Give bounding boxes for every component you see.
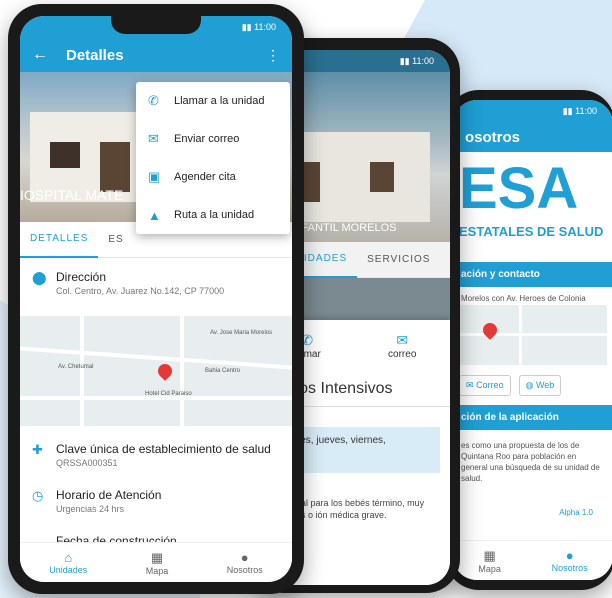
email-button-label: Correo <box>476 380 504 390</box>
clock-icon: ◷ <box>32 488 44 503</box>
contact-map <box>459 305 607 365</box>
app-bar: osotros <box>453 122 612 152</box>
version-label: Alpha 1.0 <box>559 508 593 517</box>
location-map[interactable]: Av. Chetumal Av. Jose Maria Morelos Bahi… <box>20 316 292 426</box>
location-pin-icon <box>155 361 175 381</box>
logo-banner: ESA ESTATALES DE SALUD <box>453 152 612 262</box>
email-action-label: correo <box>388 349 417 360</box>
menu-item-ruta[interactable]: ▲ Ruta a la unidad <box>136 196 290 234</box>
contact-buttons: ✉ Correo ◍ Web <box>459 375 562 396</box>
section-header-contact: ación y contacto <box>453 262 612 287</box>
nav-nosotros[interactable]: ● Nosotros <box>552 548 588 573</box>
direccion-row: ⬤ Dirección Col. Centro, Av. Juarez No.1… <box>20 258 292 304</box>
horario-label: Horario de Atención <box>56 488 162 502</box>
calendar-icon: ▣ <box>148 169 161 184</box>
menu-item-correo[interactable]: ✉ Enviar correo <box>136 120 290 158</box>
map-icon: ▦ <box>150 549 164 565</box>
tab-servicios[interactable]: SERVICIOS <box>357 242 440 278</box>
nav-nosotros-label: Nosotros <box>551 563 588 573</box>
nav-mapa-label: Mapa <box>478 563 501 574</box>
direccion-label: Dirección <box>56 270 107 284</box>
page-title: Detalles <box>66 46 124 64</box>
logo-subtitle: ESTATALES DE SALUD <box>459 224 604 239</box>
menu-item-llamar[interactable]: ✆ Llamar a la unidad <box>136 82 290 120</box>
clave-value: QRSSA000351 <box>56 458 118 468</box>
horario-value: Urgencias 24 hrs <box>56 504 125 514</box>
map-label: Av. Chetumal <box>58 364 94 370</box>
bottom-nav: ⌂ Unidades ▦ Mapa ● Nosotros <box>20 542 292 582</box>
location-pin-icon <box>480 320 500 340</box>
nav-mapa[interactable]: ▦ Mapa <box>478 548 501 574</box>
horario-row: ◷ Horario de Atención Urgencias 24 hrs <box>20 480 292 522</box>
section-header-app: ción de la aplicación <box>453 405 612 430</box>
menu-item-llamar-label: Llamar a la unidad <box>174 95 265 107</box>
mail-icon: ✉ <box>396 332 409 348</box>
email-button[interactable]: ✉ Correo <box>459 375 511 396</box>
home-icon: ⌂ <box>64 550 73 565</box>
page-title: osotros <box>465 128 521 146</box>
screen-nosotros: ▮▮ 11:00 osotros ESA ESTATALES DE SALUD … <box>453 100 612 580</box>
building-sign: IOSPITAL MATE <box>20 187 124 203</box>
email-action[interactable]: ✉ correo <box>388 332 416 360</box>
web-button-label: Web <box>535 380 555 390</box>
about-text: es como una propuesta de los de Quintana… <box>461 441 600 483</box>
globe-icon: ◍ <box>525 380 534 390</box>
nav-mapa-label: Mapa <box>145 565 169 576</box>
bottom-nav: ▦ Mapa ● Nosotros <box>453 540 612 580</box>
nav-nosotros[interactable]: ● Nosotros <box>227 550 263 575</box>
clave-label: Clave única de establecimiento de salud <box>56 442 271 456</box>
map-label: Bahia Centro <box>205 368 241 374</box>
menu-item-cita[interactable]: ▣ Agender cita <box>136 158 290 196</box>
overflow-menu: ✆ Llamar a la unidad ✉ Enviar correo ▣ Agen… <box>136 82 290 234</box>
status-bar: ▮▮ 11:00 <box>453 100 612 122</box>
info-icon: ● <box>240 550 249 565</box>
nav-nosotros-label: Nosotros <box>226 565 263 575</box>
navigation-icon: ▲ <box>148 207 161 223</box>
logo-text: ESA <box>459 156 579 221</box>
tab-detalles[interactable]: DETALLES <box>20 222 99 258</box>
menu-item-ruta-label: Ruta a la unidad <box>174 209 255 221</box>
nav-mapa[interactable]: ▦ Mapa <box>146 550 169 576</box>
phone-nosotros: ▮▮ 11:00 osotros ESA ESTATALES DE SALUD … <box>445 90 612 590</box>
more-vert-icon[interactable]: ⋮ <box>266 47 280 64</box>
mail-icon: ✉ <box>148 131 159 146</box>
nav-unidades-label: Unidades <box>49 565 88 575</box>
location-icon: ⬤ <box>32 270 47 285</box>
info-icon: ● <box>565 548 574 563</box>
medical-kit-icon: ✚ <box>32 442 43 457</box>
web-button[interactable]: ◍ Web <box>518 375 562 396</box>
menu-item-correo-label: Enviar correo <box>174 133 240 145</box>
map-label: Hotel Cid Paraiso <box>145 391 192 397</box>
app-bar: ← Detalles ⋮ <box>20 38 292 72</box>
clave-row: ✚ Clave única de establecimiento de salu… <box>20 434 292 476</box>
screen-detalles: ▮▮ 11:00 ← Detalles ⋮ IOSPITAL MATE DETA… <box>20 16 292 582</box>
mail-icon: ✉ <box>466 380 474 390</box>
back-arrow-icon[interactable]: ← <box>32 46 48 64</box>
phone-icon: ✆ <box>148 93 159 108</box>
tab-especialidades[interactable]: ES <box>98 222 133 258</box>
phone-detalles: ▮▮ 11:00 ← Detalles ⋮ IOSPITAL MATE DETA… <box>8 4 304 594</box>
direccion-value: Col. Centro, Av. Juarez No.142, CP 77000 <box>56 286 225 296</box>
map-icon: ▦ <box>483 547 496 563</box>
nav-unidades[interactable]: ⌂ Unidades <box>49 550 87 575</box>
map-label: Av. Jose Maria Morelos <box>210 330 273 336</box>
menu-item-cita-label: Agender cita <box>174 171 236 183</box>
